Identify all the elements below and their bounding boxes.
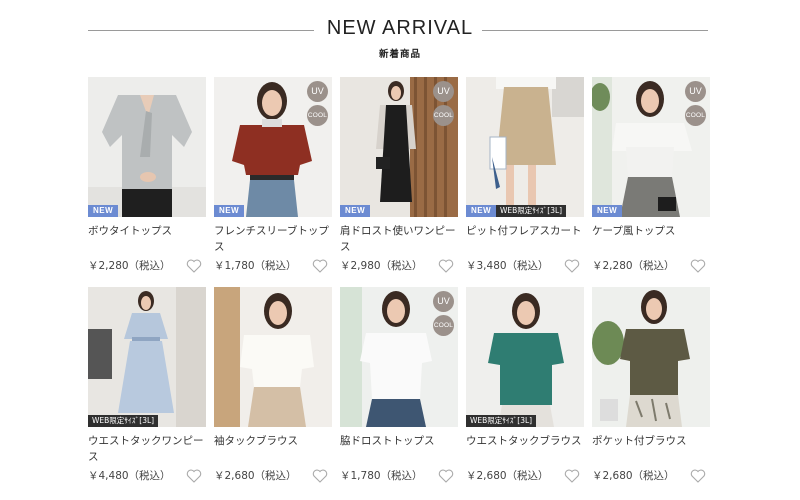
heart-icon[interactable] (186, 259, 202, 273)
heart-icon[interactable] (438, 469, 454, 483)
web-size-badge: WEB限定ｻｲｽﾞ[3L] (466, 415, 537, 427)
uv-badge: UV (433, 291, 454, 312)
product-price: ￥4,480（税込） (88, 470, 171, 482)
product-image[interactable]: NEW (88, 77, 206, 217)
heart-icon[interactable] (438, 259, 454, 273)
cool-badge: COOL (433, 105, 454, 126)
new-badge: NEW (88, 205, 119, 217)
new-badge: NEW (592, 205, 623, 217)
section-title: NEW ARRIVAL (326, 17, 474, 39)
heart-icon[interactable] (690, 259, 706, 273)
product-name[interactable]: ポケット付ブラウス (592, 433, 710, 449)
uv-badge: UV (685, 81, 706, 102)
price-row: ￥2,280（税込） (88, 258, 206, 274)
price-row: ￥2,980（税込） (340, 258, 458, 274)
new-badge: NEW (214, 205, 245, 217)
new-badge: NEW (466, 205, 497, 217)
heart-icon[interactable] (186, 469, 202, 483)
product-image[interactable]: NEW WEB限定ｻｲｽﾞ[3L] (466, 77, 584, 217)
price-row: ￥2,680（税込） (466, 468, 584, 484)
heart-icon[interactable] (312, 469, 328, 483)
product-name[interactable]: ピット付フレアスカート (466, 223, 584, 239)
product-name[interactable]: 肩ドロスト使いワンピース (340, 223, 458, 255)
price-row: ￥2,680（税込） (592, 468, 710, 484)
uv-badge: UV (307, 81, 328, 102)
product-price: ￥2,680（税込） (466, 470, 549, 482)
product-image[interactable]: UV COOL NEW (214, 77, 332, 217)
price-row: ￥2,280（税込） (592, 258, 710, 274)
product-price: ￥2,280（税込） (592, 260, 675, 272)
web-size-badge: WEB限定ｻｲｽﾞ[3L] (496, 205, 567, 217)
heart-icon[interactable] (312, 259, 328, 273)
product-name[interactable]: ウエストタックブラウス (466, 433, 584, 449)
cool-badge: COOL (307, 105, 328, 126)
uv-badge: UV (433, 81, 454, 102)
heart-icon[interactable] (690, 469, 706, 483)
product-image[interactable]: UV COOL NEW (592, 77, 710, 217)
product-price: ￥2,680（税込） (592, 470, 675, 482)
product-price: ￥1,780（税込） (214, 260, 297, 272)
heart-icon[interactable] (564, 259, 580, 273)
price-row: ￥2,680（税込） (214, 468, 332, 484)
product-price: ￥2,980（税込） (340, 260, 423, 272)
product-image[interactable]: UV COOL NEW (340, 77, 458, 217)
product-image[interactable]: WEB限定ｻｲｽﾞ[3L] (88, 287, 206, 427)
new-badge: NEW (340, 205, 371, 217)
product-price: ￥1,780（税込） (340, 470, 423, 482)
cool-badge: COOL (433, 315, 454, 336)
product-price: ￥2,280（税込） (88, 260, 171, 272)
product-image[interactable]: UV COOL (340, 287, 458, 427)
section-header: NEW ARRIVAL 新着商品 (0, 14, 800, 64)
section-subtitle: 新着商品 (378, 49, 421, 60)
product-name[interactable]: ボウタイトップス (88, 223, 206, 239)
product-name[interactable]: ウエストタックワンピース (88, 433, 206, 465)
price-row: ￥1,780（税込） (214, 258, 332, 274)
product-price: ￥2,680（税込） (214, 470, 297, 482)
product-name[interactable]: 脇ドロストトップス (340, 433, 458, 449)
cool-badge: COOL (685, 105, 706, 126)
product-name[interactable]: ケープ風トップス (592, 223, 710, 239)
product-price: ￥3,480（税込） (466, 260, 549, 272)
product-image[interactable] (592, 287, 710, 427)
product-image[interactable]: WEB限定ｻｲｽﾞ[3L] (466, 287, 584, 427)
web-size-badge: WEB限定ｻｲｽﾞ[3L] (88, 415, 159, 427)
price-row: ￥4,480（税込） (88, 468, 206, 484)
product-image[interactable] (214, 287, 332, 427)
product-name[interactable]: フレンチスリーブトップス (214, 223, 332, 255)
heart-icon[interactable] (564, 469, 580, 483)
price-row: ￥1,780（税込） (340, 468, 458, 484)
price-row: ￥3,480（税込） (466, 258, 584, 274)
product-name[interactable]: 袖タックブラウス (214, 433, 332, 449)
